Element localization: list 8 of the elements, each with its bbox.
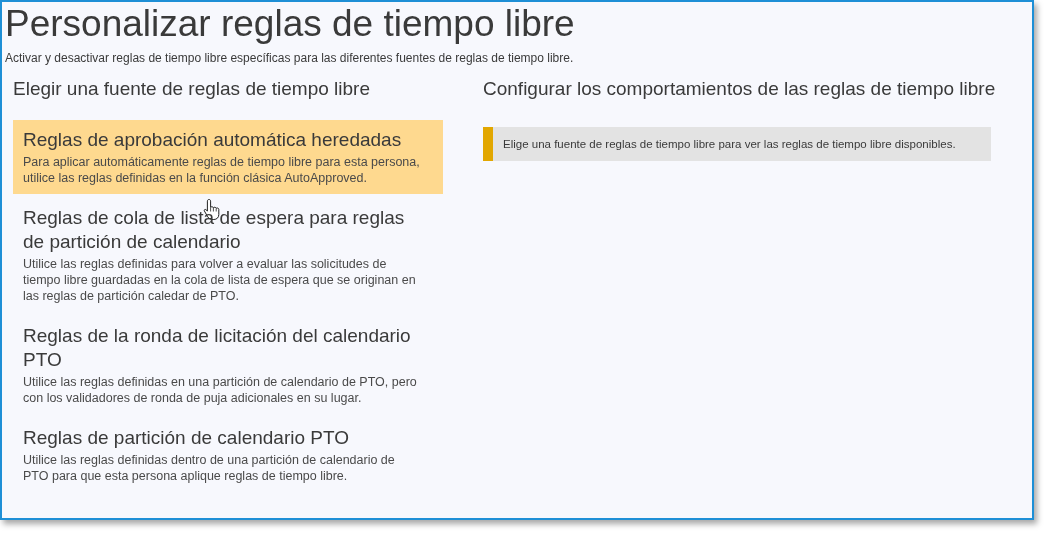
section-heading: Elegir una fuente de reglas de tiempo libre: [13, 77, 370, 101]
page-subtitle: Activar y desactivar reglas de tiempo libre específicas para las diferentes fuentes de reglas de tiempo libre.: [5, 51, 574, 65]
rule-source-item[interactable]: Reglas de partición de calendario PTO Utilice las reglas definidas dentro de una partición de calendario de PTO para que esta persona aplique reglas de tiempo libre.: [13, 418, 443, 492]
rule-source-item[interactable]: Reglas de cola de lista de espera para reglas de partición de calendario Utilice las reglas definidas para volver a evaluar las solicitudes de tiempo libre guardadas en la cola de lista de espera que se originan en las reglas de partición caledar de PTO.: [13, 198, 443, 312]
section-heading: Configurar los comportamientos de las reglas de tiempo libre: [483, 77, 996, 101]
page-title: Personalizar reglas de tiempo libre: [4, 2, 576, 46]
notice-text: Elige una fuente de reglas de tiempo libre para ver las reglas de tiempo libre disponibles.: [502, 138, 957, 150]
rule-source-item[interactable]: Reglas de la ronda de licitación del calendario PTO Utilice las reglas definidas en una partición de calendario de PTO, pero con los validadores de ronda de puja adicionales en su lugar.: [13, 316, 443, 414]
